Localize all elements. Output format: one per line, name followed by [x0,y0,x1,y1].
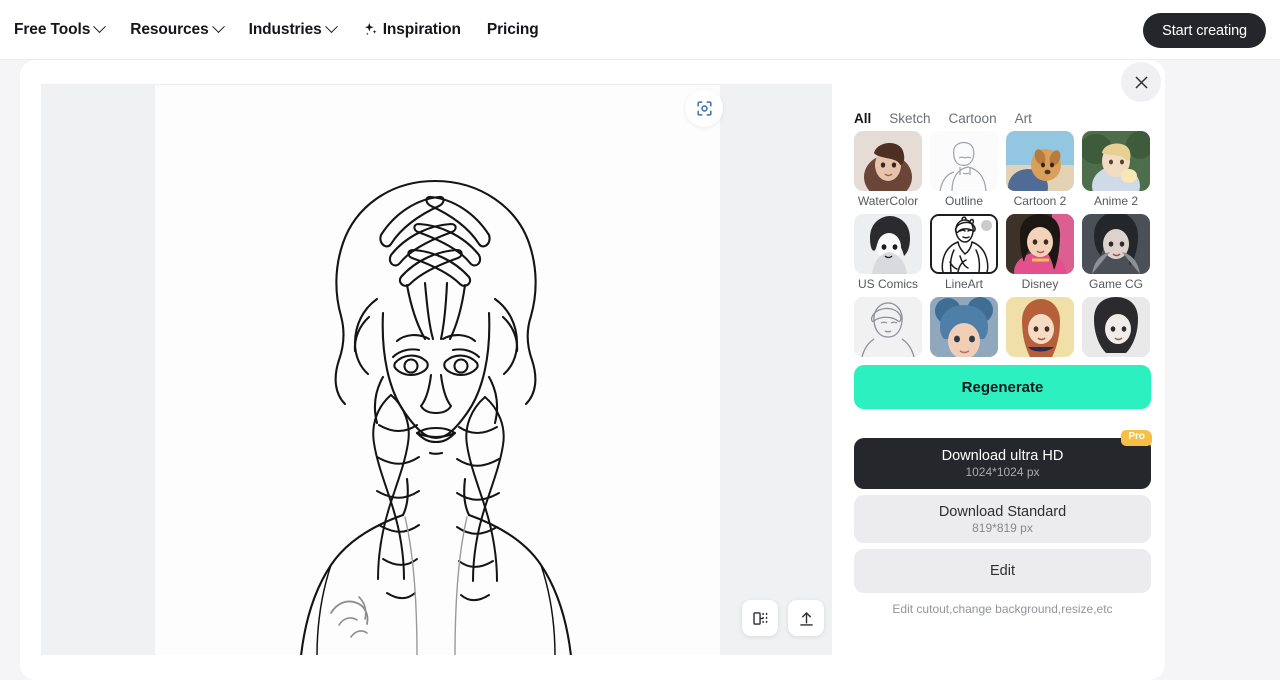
style-option-row3-3[interactable] [1006,297,1074,357]
top-navigation-bar: Free Tools Resources Industries Inspirat… [0,0,1280,60]
scan-focus-icon [696,100,712,116]
bluehair-thumb-icon [930,297,998,357]
pencilsketch-thumb-icon [854,297,922,357]
gamecg-thumb-icon [1082,214,1150,274]
sparkles-icon [362,21,379,38]
upload-icon [799,611,813,626]
style-thumbnail[interactable] [854,131,922,191]
style-label: Outline [944,194,984,208]
compare-icon [752,611,767,625]
style-thumbnail-grid: WaterColor Outline Cartoon 2 Anime 2 US … [854,131,1151,397]
close-icon [1135,76,1147,88]
generated-image-area [155,85,720,655]
style-thumbnail[interactable] [1006,297,1074,357]
style-option-row3-4[interactable] [1082,297,1150,357]
start-creating-button[interactable]: Start creating [1143,13,1266,48]
nav-item-resources[interactable]: Resources [130,20,225,39]
style-label: WaterColor [857,194,919,208]
style-option-outline[interactable]: Outline [930,131,998,208]
main-nav: Free Tools Resources Industries Inspirat… [14,20,539,39]
style-thumbnail[interactable] [930,131,998,191]
style-option-row3-2[interactable] [930,297,998,357]
style-row: WaterColor Outline Cartoon 2 Anime 2 [854,131,1151,208]
pro-badge: Pro [1121,430,1152,446]
uscomics-thumb-icon [854,214,922,274]
anime2-thumb-icon [1082,131,1150,191]
image-preview-canvas [41,84,832,655]
style-options-panel: All Sketch Cartoon Art WaterColor Outlin… [840,84,1165,655]
style-thumbnail[interactable] [930,297,998,357]
outline-thumb-icon [930,131,998,191]
chevron-down-icon [93,20,107,34]
watercolor-thumb-icon [854,131,922,191]
regenerate-button[interactable]: Regenerate [854,365,1151,409]
compare-split-view-button[interactable] [742,600,778,636]
style-thumbnail[interactable] [1082,214,1150,274]
nav-label: Pricing [486,20,539,38]
edit-hint-text: Edit cutout,change background,resize,etc [892,602,1113,616]
download-standard-title: Download Standard [938,503,1067,520]
nav-label: Free Tools [14,20,91,38]
style-thumbnail[interactable] [854,214,922,274]
style-option-lineart[interactable]: LineArt [930,214,998,291]
download-standard-button[interactable]: Download Standard 819*819 px [854,495,1151,543]
style-label: LineArt [944,277,984,291]
style-label: Anime 2 [1093,194,1139,208]
style-row [854,297,1151,357]
fantasy-thumb-icon [1006,297,1074,357]
style-option-game-cg[interactable]: Game CG [1082,214,1150,291]
style-thumbnail[interactable] [1082,131,1150,191]
cartoon2-thumb-icon [1006,131,1074,191]
style-category-tabs: All Sketch Cartoon Art [854,111,1032,126]
download-ultra-hd-button[interactable]: Download ultra HD 1024*1024 px Pro [854,430,1152,489]
style-thumbnail[interactable] [1082,297,1150,357]
style-option-cartoon-2[interactable]: Cartoon 2 [1006,131,1074,208]
tab-all[interactable]: All [854,111,871,126]
download-ultra-title: Download ultra HD [941,448,1064,464]
close-modal-button[interactable] [1121,62,1161,102]
style-option-row3-1[interactable] [854,297,922,357]
style-thumbnail-selected[interactable] [930,214,998,274]
style-option-watercolor[interactable]: WaterColor [854,131,922,208]
style-option-anime-2[interactable]: Anime 2 [1082,131,1150,208]
style-option-disney[interactable]: Disney [1006,214,1074,291]
disney-thumb-icon [1006,214,1074,274]
nav-item-free-tools[interactable]: Free Tools [14,20,107,39]
fullscreen-focus-button[interactable] [685,89,723,127]
style-option-us-comics[interactable]: US Comics [854,214,922,291]
nav-item-pricing[interactable]: Pricing [487,21,539,39]
nav-item-industries[interactable]: Industries [248,20,338,39]
download-ultra-subtitle: 1024*1024 px [965,465,1040,479]
style-row: US Comics LineArt Disney Game CG [854,214,1151,291]
nav-label: Inspiration [382,20,461,38]
selection-radio-icon [981,220,992,231]
style-thumbnail[interactable] [854,297,922,357]
style-label: Disney [1021,277,1059,291]
download-standard-subtitle: 819*819 px [972,520,1033,535]
style-label: US Comics [857,277,918,291]
style-label: Cartoon 2 [1013,194,1067,208]
style-thumbnail[interactable] [1006,131,1074,191]
nav-label: Industries [248,20,322,38]
tab-cartoon[interactable]: Cartoon [949,111,997,126]
lineart-portrait-artwork [155,85,720,655]
nav-item-inspiration[interactable]: Inspiration [362,21,461,39]
edit-button[interactable]: Edit [854,549,1151,593]
monochrome-thumb-icon [1082,297,1150,357]
chevron-down-icon [211,20,225,34]
tab-sketch[interactable]: Sketch [889,111,930,126]
upload-button[interactable] [788,600,824,636]
style-label: Game CG [1088,277,1143,291]
nav-label: Resources [130,20,209,38]
canvas-tool-group [742,600,824,636]
style-thumbnail[interactable] [1006,214,1074,274]
chevron-down-icon [324,20,338,34]
tab-art[interactable]: Art [1015,111,1032,126]
